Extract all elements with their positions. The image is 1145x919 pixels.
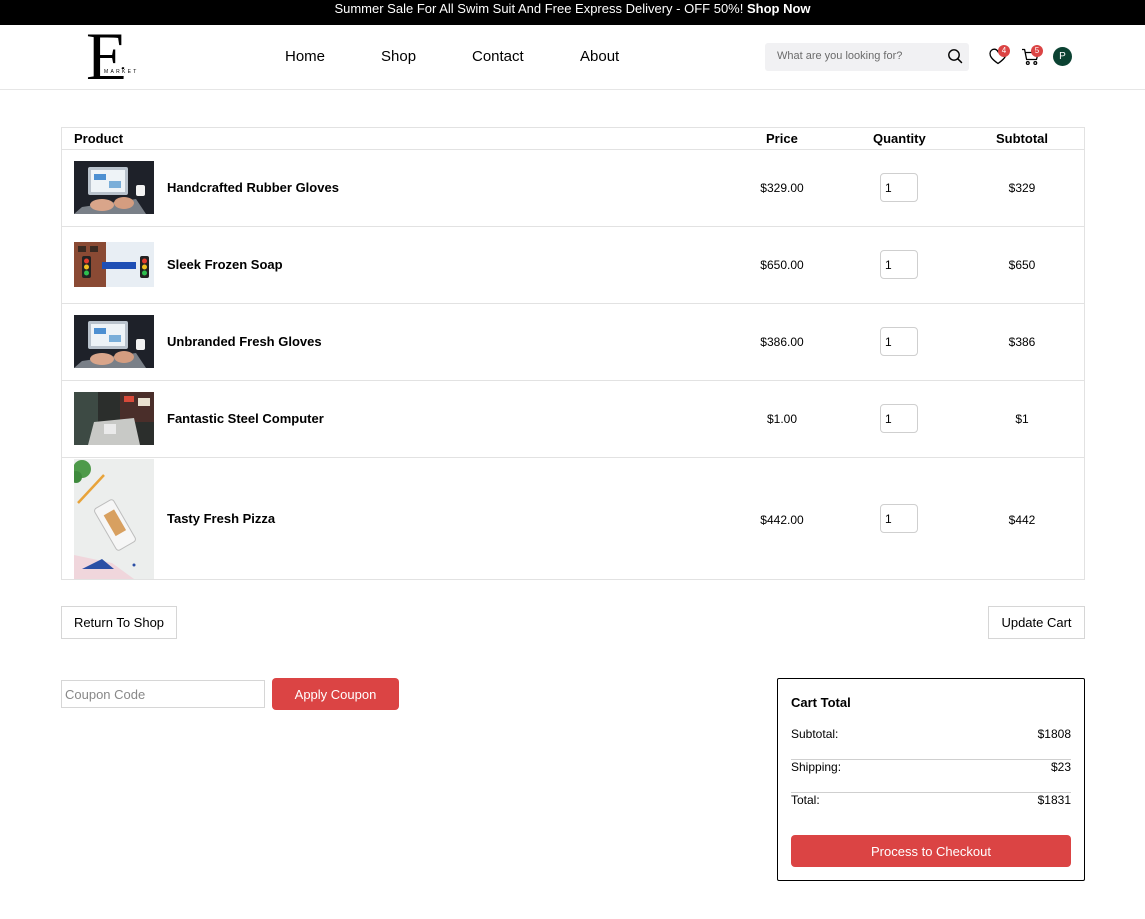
subtotal-label: Subtotal: bbox=[791, 727, 839, 741]
logo-letter: E bbox=[86, 18, 128, 94]
apply-coupon-button[interactable]: Apply Coupon bbox=[272, 678, 399, 710]
cart-count-badge: 5 bbox=[1031, 45, 1043, 57]
table-row: Unbranded Fresh Gloves $386.00 $386 bbox=[62, 303, 1084, 380]
product-subtotal: $650 bbox=[1008, 258, 1036, 272]
return-to-shop-button[interactable]: Return To Shop bbox=[61, 606, 177, 639]
search-bar bbox=[765, 43, 969, 71]
product-name[interactable]: Sleek Frozen Soap bbox=[167, 257, 283, 272]
product-price: $442.00 bbox=[760, 513, 804, 527]
nav-contact[interactable]: Contact bbox=[472, 48, 524, 65]
table-row: Sleek Frozen Soap $650.00 $650 bbox=[62, 226, 1084, 303]
logo-word: MARKET bbox=[103, 69, 140, 76]
column-header-quantity: Quantity bbox=[873, 131, 926, 146]
avatar[interactable]: P bbox=[1053, 47, 1072, 66]
shipping-value: $23 bbox=[1050, 760, 1071, 774]
promo-text: Summer Sale For All Swim Suit And Free E… bbox=[334, 1, 744, 16]
table-row: Tasty Fresh Pizza $442.00 $442 bbox=[62, 457, 1084, 579]
checkout-button[interactable]: Process to Checkout bbox=[791, 835, 1071, 867]
product-subtotal: $386 bbox=[1008, 335, 1036, 349]
quantity-input[interactable] bbox=[880, 327, 918, 356]
wishlist-count-badge: 4 bbox=[998, 45, 1010, 57]
nav-shop[interactable]: Shop bbox=[381, 48, 416, 65]
product-price: $329.00 bbox=[760, 181, 804, 195]
subtotal-row: Subtotal: $1808 bbox=[791, 727, 1071, 760]
product-image[interactable] bbox=[74, 161, 154, 214]
coupon-input[interactable] bbox=[61, 680, 265, 708]
search-icon[interactable] bbox=[947, 48, 963, 69]
total-row: Total: $1831 bbox=[791, 793, 1071, 826]
product-subtotal: $329 bbox=[1008, 181, 1036, 195]
cart-total-title: Cart Total bbox=[791, 695, 851, 710]
product-name[interactable]: Unbranded Fresh Gloves bbox=[167, 334, 322, 349]
quantity-input[interactable] bbox=[880, 504, 918, 533]
update-cart-button[interactable]: Update Cart bbox=[988, 606, 1085, 639]
logo[interactable]: E MARKET bbox=[86, 22, 140, 90]
product-image[interactable] bbox=[74, 459, 154, 579]
subtotal-value: $1808 bbox=[1037, 727, 1071, 741]
product-price: $1.00 bbox=[766, 412, 798, 426]
total-value: $1831 bbox=[1037, 793, 1071, 807]
site-header: E MARKET Home Shop Contact About 4 5 P bbox=[0, 22, 1145, 90]
product-name[interactable]: Handcrafted Rubber Gloves bbox=[167, 180, 339, 195]
promo-bar: Summer Sale For All Swim Suit And Free E… bbox=[0, 0, 1145, 25]
shipping-row: Shipping: $23 bbox=[791, 760, 1071, 793]
product-price: $650.00 bbox=[760, 258, 804, 272]
product-image[interactable] bbox=[74, 242, 154, 287]
table-row: Handcrafted Rubber Gloves $329.00 $329 bbox=[62, 149, 1084, 226]
product-image[interactable] bbox=[74, 315, 154, 368]
column-header-subtotal: Subtotal bbox=[996, 131, 1048, 146]
product-image[interactable] bbox=[74, 392, 154, 445]
quantity-input[interactable] bbox=[880, 173, 918, 202]
product-subtotal: $442 bbox=[1008, 513, 1036, 527]
shipping-label: Shipping: bbox=[791, 760, 842, 774]
quantity-input[interactable] bbox=[880, 250, 918, 279]
nav-about[interactable]: About bbox=[580, 48, 619, 65]
product-name[interactable]: Tasty Fresh Pizza bbox=[167, 511, 275, 526]
cart-table: Product Price Quantity Subtotal Handcraf… bbox=[61, 127, 1085, 580]
product-subtotal: $1 bbox=[1015, 412, 1029, 426]
column-header-product: Product bbox=[74, 131, 124, 146]
product-name[interactable]: Fantastic Steel Computer bbox=[167, 411, 324, 426]
table-row: Fantastic Steel Computer $1.00 $1 bbox=[62, 380, 1084, 457]
nav-home[interactable]: Home bbox=[285, 48, 325, 65]
column-header-price: Price bbox=[766, 131, 798, 146]
shop-now-link[interactable]: Shop Now bbox=[747, 1, 811, 16]
total-label: Total: bbox=[791, 793, 820, 807]
search-input[interactable] bbox=[777, 50, 937, 62]
product-price: $386.00 bbox=[760, 335, 804, 349]
cart-total-panel: Cart Total Subtotal: $1808 Shipping: $23… bbox=[777, 678, 1085, 881]
quantity-input[interactable] bbox=[880, 404, 918, 433]
